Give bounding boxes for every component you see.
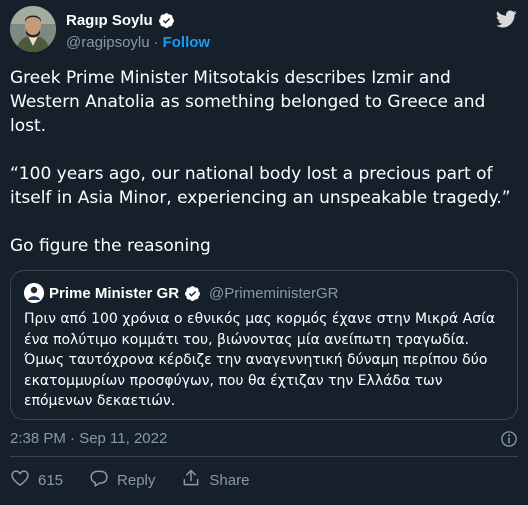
author-handle[interactable]: @ragipsoylu — [66, 34, 150, 51]
author-name-row: Ragıp Soylu — [66, 12, 175, 29]
quoted-tweet-header: Prime Minister GR @PrimeministerGR — [24, 283, 338, 303]
quoted-author-name: Prime Minister GR — [49, 284, 180, 302]
reply-icon — [89, 468, 109, 492]
like-button[interactable]: 615 — [10, 468, 63, 492]
verified-badge-icon — [158, 12, 175, 29]
like-count: 615 — [38, 471, 64, 489]
verified-badge-icon — [184, 285, 201, 302]
reply-label: Reply — [117, 471, 156, 489]
tweet-header: Ragıp Soylu @ragipsoylu · Follow — [10, 4, 518, 54]
follow-button[interactable]: Follow — [163, 34, 211, 51]
quoted-tweet-card[interactable]: Prime Minister GR @PrimeministerGR Πριν … — [10, 270, 518, 420]
tweet-meta: 2:38 PM · Sep 11, 2022 — [10, 430, 518, 450]
tweet-timestamp[interactable]: 2:38 PM · Sep 11, 2022 — [10, 430, 167, 447]
tweet-actions: 615 Reply Share — [10, 468, 275, 492]
author-handle-row: @ragipsoylu · Follow — [66, 34, 210, 51]
share-label: Share — [209, 471, 250, 489]
heart-icon — [10, 468, 30, 492]
author-avatar[interactable] — [10, 6, 56, 52]
quoted-author-handle: @PrimeministerGR — [209, 284, 339, 302]
share-button[interactable]: Share — [181, 468, 249, 492]
separator-dot: · — [153, 34, 159, 51]
divider — [10, 456, 518, 457]
tweet-embed: Ragıp Soylu @ragipsoylu · Follow Greek P… — [0, 0, 528, 505]
reply-button[interactable]: Reply — [89, 468, 155, 492]
twitter-bird-icon[interactable] — [494, 8, 518, 30]
author-display-name[interactable]: Ragıp Soylu — [66, 12, 153, 29]
info-icon[interactable] — [500, 430, 518, 448]
tweet-text: Greek Prime Minister Mitsotakis describe… — [10, 68, 511, 256]
quoted-tweet-text: Πριν από 100 χρόνια ο εθνικός μας κορμός… — [24, 311, 496, 409]
share-icon — [181, 468, 201, 492]
quoted-author-avatar — [24, 283, 44, 303]
